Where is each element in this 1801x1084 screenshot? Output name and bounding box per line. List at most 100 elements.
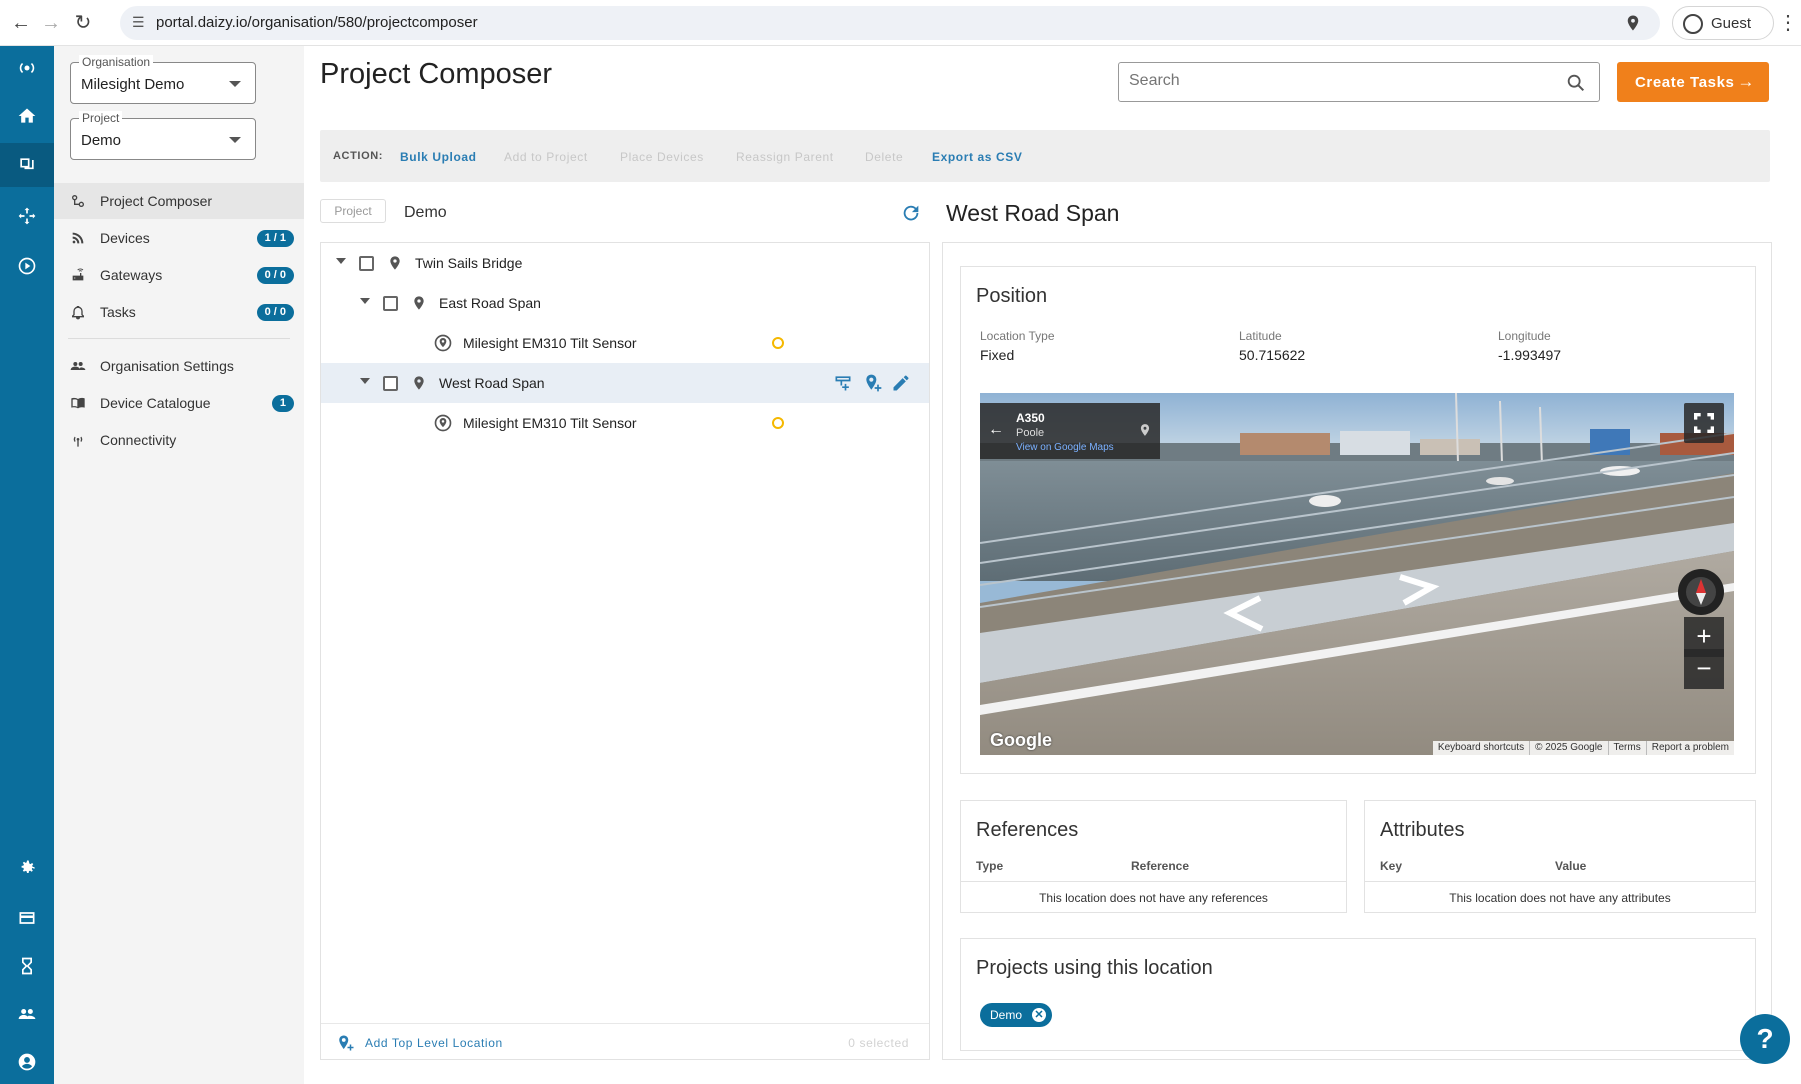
home-icon[interactable] — [0, 94, 54, 138]
sidebar-item-gateways[interactable]: Gateways 0 / 0 — [54, 257, 304, 293]
tree-footer: Add Top Level Location 0 selected — [321, 1023, 929, 1059]
profile-button[interactable]: Guest — [1672, 6, 1774, 40]
team-icon[interactable] — [0, 992, 54, 1036]
collapse-toggle-icon[interactable] — [360, 298, 370, 304]
compass-icon[interactable] — [1678, 569, 1724, 615]
row-checkbox[interactable] — [383, 296, 398, 311]
row-checkbox[interactable] — [359, 256, 374, 271]
add-location-icon[interactable] — [337, 1034, 355, 1052]
row-checkbox[interactable] — [383, 376, 398, 391]
sidebar-item-project-composer[interactable]: Project Composer — [54, 183, 304, 219]
edit-pencil-icon[interactable] — [891, 373, 911, 393]
sensor-device-icon — [434, 414, 452, 432]
reassign-parent-button[interactable]: Reassign Parent — [736, 150, 834, 164]
status-indicator — [772, 417, 784, 429]
project-tag[interactable]: Demo ✕ — [980, 1003, 1053, 1027]
profile-icon — [1683, 14, 1703, 34]
create-tasks-button[interactable]: Create Tasks → — [1617, 62, 1769, 102]
browser-menu-icon[interactable]: ⋮ — [1778, 10, 1798, 36]
report-problem-link[interactable]: Report a problem — [1645, 741, 1734, 755]
table-divider — [1365, 881, 1755, 882]
attributes-card: Attributes Key Value This location does … — [1364, 800, 1756, 913]
street-view-map[interactable]: ← A350 Poole View on Google Maps + − Goo… — [980, 393, 1734, 755]
sidebar-item-label: Organisation Settings — [100, 358, 234, 374]
add-child-location-icon[interactable] — [833, 373, 853, 393]
sidebar-item-devices[interactable]: Devices 1 / 1 — [54, 220, 304, 256]
delete-button[interactable]: Delete — [865, 150, 903, 164]
terms-link[interactable]: Terms — [1607, 741, 1646, 755]
integrations-icon[interactable] — [0, 194, 54, 238]
attributes-empty-message: This location does not have any attribut… — [1449, 891, 1671, 905]
forward-icon[interactable]: → — [38, 10, 64, 36]
tasks-count-badge: 0 / 0 — [256, 304, 294, 321]
attributes-key-header: Key — [1380, 859, 1403, 873]
export-csv-button[interactable]: Export as CSV — [932, 150, 1023, 164]
zoom-out-button[interactable]: − — [1684, 649, 1724, 689]
sidebar-item-device-catalogue[interactable]: Device Catalogue 1 — [54, 385, 304, 421]
search-icon[interactable] — [1565, 72, 1587, 94]
google-logo: Google — [990, 730, 1052, 750]
router-icon — [72, 268, 84, 281]
tree-row-east-road-span[interactable]: East Road Span — [321, 283, 929, 323]
projects-icon[interactable] — [0, 143, 54, 187]
back-icon[interactable]: ← — [8, 10, 34, 36]
tree-row-device[interactable]: Milesight EM310 Tilt Sensor — [321, 403, 929, 443]
tree-row-label: Milesight EM310 Tilt Sensor — [463, 415, 637, 431]
fullscreen-icon[interactable] — [1684, 403, 1724, 443]
project-select[interactable]: Project Demo — [70, 111, 256, 160]
help-button[interactable]: ? — [1740, 1014, 1790, 1064]
project-chip: Project — [320, 199, 386, 223]
tree-row-twin-sails-bridge[interactable]: Twin Sails Bridge — [321, 243, 929, 283]
site-settings-icon[interactable]: ☰ — [132, 14, 150, 32]
place-devices-button[interactable]: Place Devices — [620, 150, 704, 164]
profile-label: Guest — [1711, 15, 1752, 32]
bulk-upload-button[interactable]: Bulk Upload — [400, 150, 477, 164]
reload-icon[interactable]: ↻ — [70, 10, 96, 36]
play-icon[interactable] — [0, 244, 54, 288]
search-input[interactable] — [1129, 72, 1549, 90]
search-field[interactable] — [1118, 62, 1600, 102]
keyboard-shortcuts-link[interactable]: Keyboard shortcuts — [1433, 741, 1529, 755]
sidebar-item-label: Tasks — [100, 304, 136, 320]
daizy-logo-icon[interactable] — [0, 46, 54, 90]
map-pin-icon[interactable] — [1138, 421, 1152, 439]
location-permission-icon[interactable] — [1624, 13, 1642, 33]
remove-tag-icon[interactable]: ✕ — [1032, 1008, 1047, 1022]
location-pin-icon — [414, 296, 424, 310]
collapse-toggle-icon[interactable] — [336, 258, 346, 264]
address-bar[interactable]: ☰ portal.daizy.io/organisation/580/proje… — [120, 6, 1660, 40]
create-tasks-label: Create Tasks — [1635, 74, 1735, 91]
add-location-pin-icon[interactable] — [863, 373, 883, 393]
sidebar-item-label: Project Composer — [100, 193, 213, 209]
sidebar-item-organisation-settings[interactable]: Organisation Settings — [54, 348, 304, 384]
location-tree: Twin Sails Bridge East Road Span Milesig… — [320, 242, 930, 1060]
refresh-icon[interactable] — [900, 202, 922, 224]
organisation-select[interactable]: Organisation Milesight Demo — [70, 55, 256, 104]
add-to-project-button[interactable]: Add to Project — [504, 150, 588, 164]
tree-row-label: East Road Span — [439, 295, 541, 311]
sidebar-item-tasks[interactable]: Tasks 0 / 0 — [54, 294, 304, 330]
view-on-google-maps-link[interactable]: View on Google Maps — [1016, 442, 1114, 453]
tree-row-label: West Road Span — [439, 375, 545, 391]
sidebar-item-connectivity[interactable]: Connectivity — [54, 422, 304, 458]
add-top-level-location-button[interactable]: Add Top Level Location — [365, 1036, 503, 1050]
bell-icon — [72, 306, 84, 320]
devices-count-badge: 1 / 1 — [256, 230, 294, 247]
tree-row-device[interactable]: Milesight EM310 Tilt Sensor — [321, 323, 929, 363]
collapse-toggle-icon[interactable] — [360, 378, 370, 384]
projects-card: Projects using this location Demo ✕ — [960, 938, 1756, 1051]
street-view-road: A350 — [1016, 411, 1045, 425]
sidebar-divider — [68, 338, 290, 339]
tree-project-name: Demo — [404, 204, 447, 221]
settings-icon[interactable] — [0, 846, 54, 890]
action-label: ACTION: — [333, 150, 384, 162]
people-icon — [70, 362, 86, 370]
location-type-value: Fixed — [980, 347, 1015, 363]
tree-row-west-road-span[interactable]: West Road Span — [321, 363, 929, 403]
page-title: Project Composer — [320, 58, 553, 90]
account-icon[interactable] — [0, 1040, 54, 1084]
hourglass-icon[interactable] — [0, 944, 54, 988]
billing-icon[interactable] — [0, 896, 54, 940]
references-title: References — [976, 819, 1079, 841]
back-arrow-icon[interactable]: ← — [988, 421, 1004, 439]
